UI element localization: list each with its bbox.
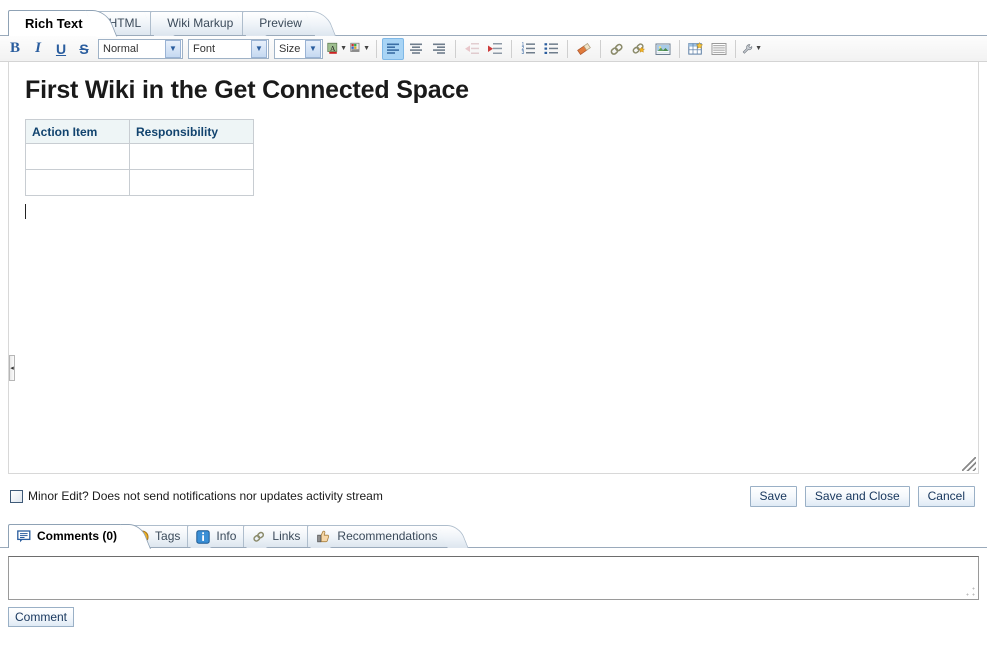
remove-formatting-eraser-icon[interactable] [573,38,595,60]
thumbs-up-icon [317,530,330,543]
tab-preview[interactable]: Preview [242,11,321,35]
comment-bubble-icon [17,530,31,543]
tab-wiki-markup[interactable]: Wiki Markup [150,11,253,35]
chevron-down-icon: ▼ [340,45,347,52]
tab-wiki-markup-label: Wiki Markup [167,16,234,30]
background-color-button[interactable]: ▼ [349,38,371,60]
page-title: First Wiki in the Get Connected Space [25,76,469,104]
svg-text:3: 3 [521,50,524,55]
action-item-table[interactable]: Action Item Responsibility [25,119,254,196]
toolbar-separator [567,39,568,58]
font-family-value: Font [193,42,216,55]
insert-table-icon[interactable] [685,38,707,60]
italic-button[interactable]: I [27,38,49,60]
outdent-button[interactable] [461,38,483,60]
chevron-down-icon: ▼ [165,39,181,58]
cancel-button[interactable]: Cancel [917,485,975,507]
paragraph-style-value: Normal [103,42,139,55]
left-arrow-icon: ◂ [10,364,14,372]
numbered-list-button[interactable]: 123 [517,38,539,60]
tab-info-label: Info [216,529,237,543]
save-button[interactable]: Save [749,485,797,507]
chevron-down-icon: ▼ [755,45,762,52]
column-header-action-item: Action Item [25,119,130,144]
table-cell[interactable] [25,169,130,196]
table-cell[interactable] [129,169,254,196]
editor-action-row: Minor Edit? Does not send notifications … [10,484,975,508]
insert-anchor-link-icon[interactable] [629,38,651,60]
align-right-button[interactable] [428,38,450,60]
horizontal-rule-icon[interactable] [708,38,730,60]
tab-tags-label: Tags [155,529,181,543]
minor-edit-checkbox[interactable] [10,489,23,503]
toolbar-separator [376,39,377,58]
tab-comments[interactable]: Comments (0) [8,524,137,548]
text-cursor [25,204,26,219]
tab-rich-text-label: Rich Text [25,16,83,31]
info-icon [196,529,211,544]
metadata-tab-strip: Comments (0) Tags Info Links Recommendat… [0,522,987,548]
strikethrough-button[interactable]: S [73,38,95,60]
font-size-select[interactable]: Size ▼ [274,38,323,59]
column-header-responsibility: Responsibility [129,119,254,144]
toolbar-separator [735,39,736,58]
tab-links[interactable]: Links [243,525,318,547]
tab-preview-label: Preview [259,16,302,30]
paragraph-style-select[interactable]: Normal ▼ [98,38,183,59]
link-chain-icon [253,531,265,542]
bold-button[interactable]: B [4,38,26,60]
comment-textarea[interactable] [8,556,979,600]
tab-rich-text[interactable]: Rich Text [8,10,102,36]
rich-text-editor-area[interactable]: ◂ First Wiki in the Get Connected Space … [8,62,979,474]
insert-link-icon[interactable] [606,38,628,60]
toolbar-separator [455,39,456,58]
save-and-close-button[interactable]: Save and Close [804,485,910,507]
comment-submit-button[interactable]: Comment [8,607,75,627]
comment-input-wrapper [8,556,979,600]
toolbar-separator [511,39,512,58]
table-cell[interactable] [25,143,130,170]
underline-button[interactable]: U [50,38,72,60]
editor-tab-strip: Rich Text HTML Wiki Markup Preview [0,6,987,36]
tab-comments-label: Comments (0) [37,529,118,543]
toolbar-separator [679,39,680,58]
text-color-button[interactable]: A ▼ [326,38,348,60]
font-family-select[interactable]: Font ▼ [188,38,269,59]
editor-toolbar: B I U S Normal ▼ Font ▼ Size ▼ A ▼ ▼ 1 2… [0,36,987,62]
svg-text:A: A [330,44,336,53]
font-size-value: Size [279,42,301,55]
minor-edit-label: Minor Edit? Does not send notifications … [28,489,383,503]
chevron-down-icon: ▼ [363,45,370,52]
insert-image-icon[interactable] [652,38,674,60]
editor-tools-wrench-icon[interactable]: ▼ [741,38,763,60]
table-header-row: Action Item Responsibility [25,119,254,144]
toolbar-separator [600,39,601,58]
table-row[interactable] [25,143,254,170]
document-content[interactable]: First Wiki in the Get Connected Space Ac… [9,62,978,229]
tab-recommendations-label: Recommendations [337,529,438,543]
chevron-down-icon: ▼ [251,39,267,58]
minor-edit-group[interactable]: Minor Edit? Does not send notifications … [10,489,383,503]
chevron-down-icon: ▼ [305,39,321,58]
editor-resize-grip[interactable] [962,457,976,471]
collapse-panel-handle[interactable]: ◂ [9,355,15,381]
bulleted-list-button[interactable] [540,38,562,60]
tab-links-label: Links [272,529,301,543]
indent-button[interactable] [484,38,506,60]
table-row[interactable] [25,169,254,196]
table-cell[interactable] [129,143,254,170]
comment-button-row: Comment [8,607,987,627]
align-center-button[interactable] [405,38,427,60]
align-left-button[interactable] [382,37,404,60]
tab-recommendations[interactable]: Recommendations [307,525,455,547]
